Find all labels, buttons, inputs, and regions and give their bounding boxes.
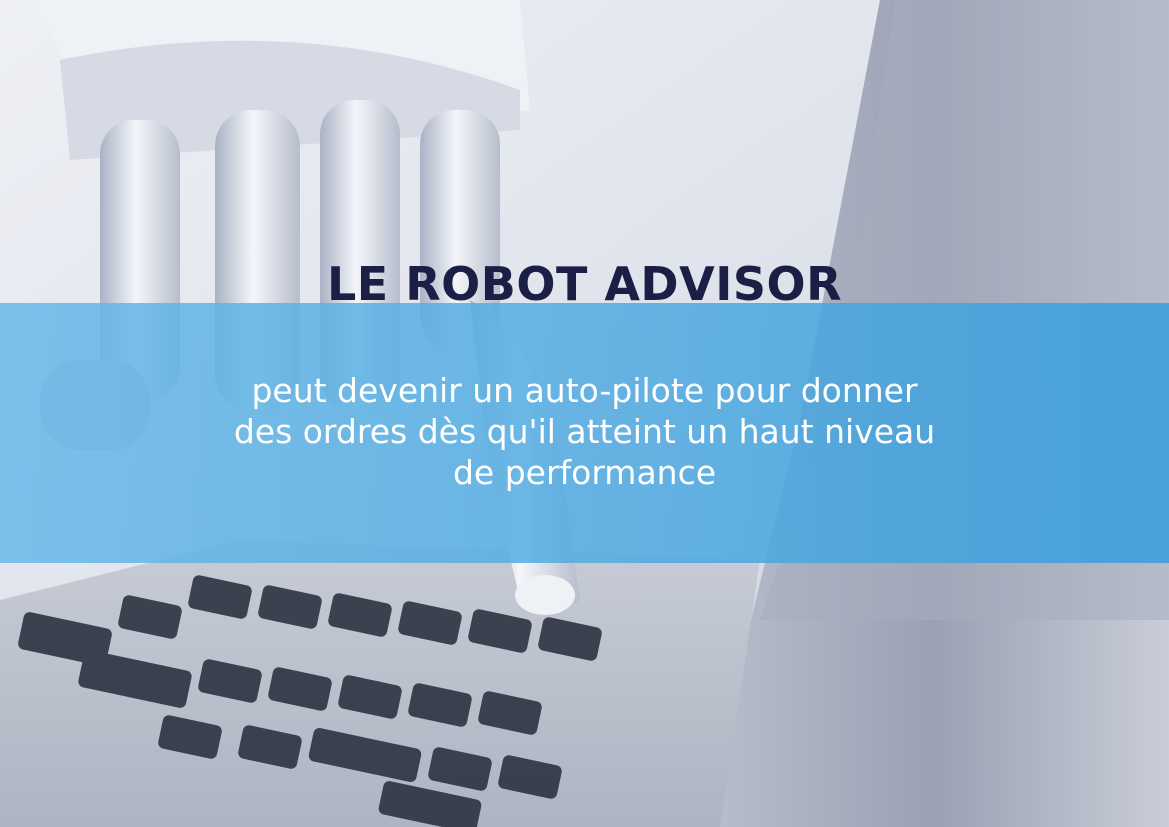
keyboard-image (0, 540, 760, 827)
subtitle-line: des ordres dès qu'il atteint un haut niv… (233, 412, 936, 451)
subtitle-line: peut devenir un auto-pilote pour donner (251, 371, 918, 410)
subtitle: peut devenir un auto-pilote pour donner … (0, 370, 1169, 493)
subtitle-line: de performance (452, 453, 717, 492)
